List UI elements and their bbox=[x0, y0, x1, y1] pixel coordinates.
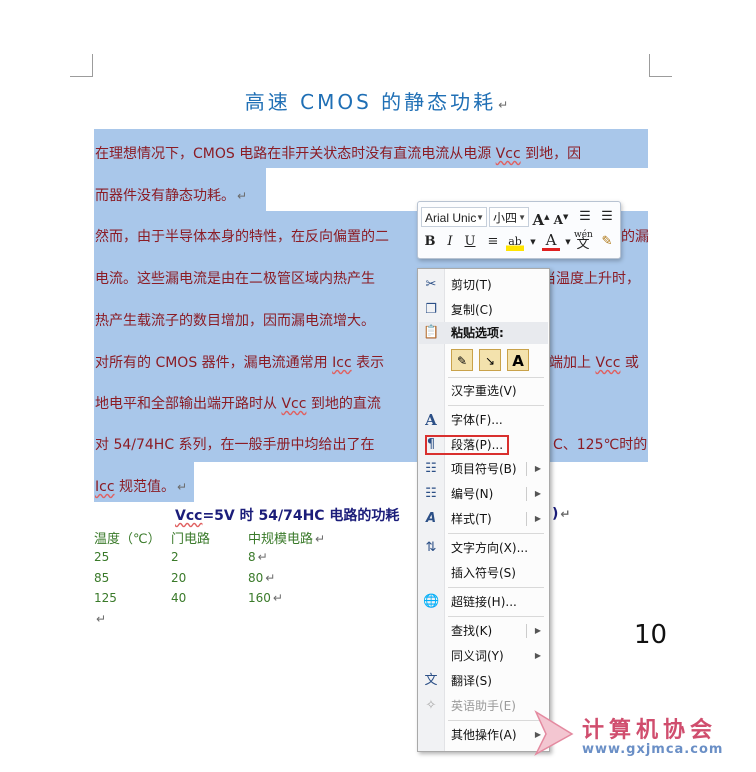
watermark-title: 计算机协会 bbox=[582, 718, 718, 743]
menu-separator bbox=[448, 533, 544, 534]
font-size-combo[interactable]: 小四 ▼ bbox=[489, 207, 529, 227]
menu-item-translate[interactable]: 文 翻译(S) bbox=[418, 670, 549, 692]
menu-separator bbox=[448, 587, 544, 588]
menu-item-hyperlink[interactable]: 🌐 超链接(H)... bbox=[418, 591, 549, 613]
table-title[interactable]: Vcc=5V 时 54/74HC 电路的功耗 bbox=[175, 505, 399, 525]
table-header-cell[interactable]: 温度（℃） bbox=[94, 528, 161, 547]
translate-icon: 文 bbox=[424, 673, 438, 688]
underline-button[interactable]: U bbox=[461, 233, 479, 251]
paste-merge-formatting-icon: ↘ bbox=[484, 354, 496, 368]
menu-item-reconvert[interactable]: 汉字重选(V) bbox=[418, 380, 549, 402]
body-text-fragment[interactable]: 当温度上升时， bbox=[542, 268, 640, 288]
paste-keep-formatting-icon: ✎ bbox=[456, 354, 468, 368]
english-assistant-icon: ✧ bbox=[425, 698, 437, 713]
submenu-arrow-icon: ▶ bbox=[534, 464, 541, 473]
menu-item-paste-options: 📋 粘贴选项: bbox=[423, 325, 504, 340]
paragraph-item-highlight-box bbox=[425, 435, 509, 455]
body-text-line[interactable]: 然而，由于半导体本身的特性，在反向偏置的二 bbox=[95, 226, 389, 246]
submenu-arrow-icon: ▶ bbox=[534, 514, 541, 523]
format-painter-icon[interactable]: ✎ bbox=[598, 233, 616, 251]
body-text-fragment[interactable]: 端加上 Vcc 或 bbox=[549, 352, 639, 372]
menu-item-cut[interactable]: ✂ 剪切(T) bbox=[418, 274, 549, 296]
watermark-logo-icon bbox=[534, 710, 574, 756]
italic-button[interactable]: I bbox=[441, 233, 459, 251]
highlight-dropdown-icon[interactable]: ▼ bbox=[524, 233, 542, 251]
body-text-line[interactable]: 对所有的 CMOS 器件，漏电流通常用 Icc 表示 bbox=[95, 352, 384, 372]
body-text-line[interactable]: Icc 规范值。 ↵ bbox=[95, 476, 187, 496]
paste-text-only-button[interactable]: A bbox=[507, 349, 529, 371]
document-title[interactable]: 高速 CMOS 的静态功耗 ↵ bbox=[0, 86, 756, 115]
page-corner-mark bbox=[70, 54, 93, 77]
table-cell[interactable]: 8 ↵ bbox=[248, 550, 268, 564]
phonetic-guide-button[interactable]: wén 文 bbox=[574, 230, 593, 254]
numbering-icon: ☷ bbox=[425, 486, 437, 501]
decrease-indent-icon[interactable]: ☰ bbox=[576, 208, 594, 226]
paste-merge-formatting-button[interactable]: ↘ bbox=[479, 349, 501, 371]
menu-item-styles[interactable]: A 样式(T) ▶ bbox=[418, 508, 549, 530]
menu-item-text-direction[interactable]: ⇅ 文字方向(X)... bbox=[418, 537, 549, 559]
center-align-icon[interactable]: ≡ bbox=[484, 233, 502, 251]
highlight-button[interactable]: ab bbox=[506, 233, 524, 251]
menu-item-insert-symbol[interactable]: 插入符号(S) bbox=[418, 562, 549, 584]
menu-separator bbox=[448, 405, 544, 406]
font-name-combo[interactable]: Arial Unic ▼ bbox=[421, 207, 487, 227]
page-number: 10 bbox=[634, 620, 668, 650]
table-cell[interactable]: 125 bbox=[94, 591, 117, 605]
grow-font-button[interactable]: A▲ bbox=[532, 208, 550, 229]
table-cell[interactable]: 40 bbox=[171, 591, 186, 605]
body-text-line[interactable]: 对 54/74HC 系列，在一般手册中均给出了在 bbox=[95, 434, 375, 454]
body-text-line[interactable]: 在理想情况下，CMOS 电路在非开关状态时没有直流电流从电源 Vcc 到地，因 bbox=[95, 143, 581, 163]
menu-item-font[interactable]: A 字体(F)... bbox=[418, 409, 549, 431]
paste-text-only-icon: A bbox=[512, 352, 524, 370]
text-direction-icon: ⇅ bbox=[425, 540, 437, 555]
menu-item-copy[interactable]: ❐ 复制(C) bbox=[418, 299, 549, 321]
increase-indent-icon[interactable]: ☰ bbox=[598, 208, 616, 226]
body-text-line[interactable]: 而器件没有静态功耗。 ↵ bbox=[95, 185, 247, 205]
page-corner-mark bbox=[649, 54, 672, 77]
watermark-url: www.gxjmca.com bbox=[582, 742, 724, 757]
submenu-arrow-icon: ▶ bbox=[534, 626, 541, 635]
hyperlink-icon: 🌐 bbox=[423, 594, 440, 609]
menu-item-bullets[interactable]: ☷ 项目符号(B) ▶ bbox=[418, 458, 549, 480]
menu-separator bbox=[448, 377, 544, 378]
bold-button[interactable]: B bbox=[421, 233, 439, 251]
mini-toolbar: Arial Unic ▼ 小四 ▼ A▲ A▼ ☰ ☰ B I U ≡ ab ▼ A… bbox=[417, 201, 621, 259]
body-text-fragment[interactable]: 的漏 bbox=[621, 226, 649, 246]
font-color-button[interactable]: A bbox=[542, 233, 560, 251]
table-header-cell[interactable]: 门电路 bbox=[171, 528, 210, 547]
table-cell[interactable]: 160 ↵ bbox=[248, 591, 283, 605]
table-cell[interactable]: 2 bbox=[171, 550, 179, 564]
table-cell[interactable]: 20 bbox=[171, 571, 186, 585]
body-text-fragment[interactable]: C、125℃时的 bbox=[553, 434, 647, 454]
paragraph-mark: ↵ bbox=[96, 612, 107, 626]
body-text-line[interactable]: 热产生载流子的数目增加，因而漏电流增大。 bbox=[95, 310, 375, 330]
menu-separator bbox=[448, 616, 544, 617]
table-cell[interactable]: 85 bbox=[94, 571, 109, 585]
menu-item-numbering[interactable]: ☷ 编号(N) ▶ bbox=[418, 483, 549, 505]
scissors-icon: ✂ bbox=[425, 277, 437, 292]
table-cell[interactable]: 25 bbox=[94, 550, 109, 564]
paste-keep-formatting-button[interactable]: ✎ bbox=[451, 349, 473, 371]
table-cell[interactable]: 80 ↵ bbox=[248, 571, 275, 585]
table-header-cell[interactable]: 中规模电路 ↵ bbox=[248, 528, 325, 547]
bullets-icon: ☷ bbox=[425, 461, 437, 476]
body-text-line[interactable]: 电流。这些漏电流是由在二极管区域内热产生 bbox=[95, 268, 375, 288]
styles-icon: A bbox=[425, 511, 437, 526]
body-text-line[interactable]: 地电平和全部输出端开路时从 Vcc 到地的直流 bbox=[95, 393, 381, 413]
menu-item-find[interactable]: 查找(K) ▶ bbox=[418, 620, 549, 642]
font-icon: A bbox=[425, 411, 437, 429]
paste-icon: 📋 bbox=[423, 325, 440, 340]
menu-item-synonyms[interactable]: 同义词(Y) ▶ bbox=[418, 645, 549, 667]
table-title-end: ) ↵ bbox=[552, 506, 571, 522]
submenu-arrow-icon: ▶ bbox=[534, 651, 541, 660]
shrink-font-button[interactable]: A▼ bbox=[552, 208, 570, 227]
context-menu: ✂ 剪切(T) ❐ 复制(C) 📋 粘贴选项: ✎ ↘ A 汉字重选(V) A … bbox=[417, 268, 550, 752]
submenu-arrow-icon: ▶ bbox=[534, 489, 541, 498]
copy-icon: ❐ bbox=[425, 302, 437, 317]
